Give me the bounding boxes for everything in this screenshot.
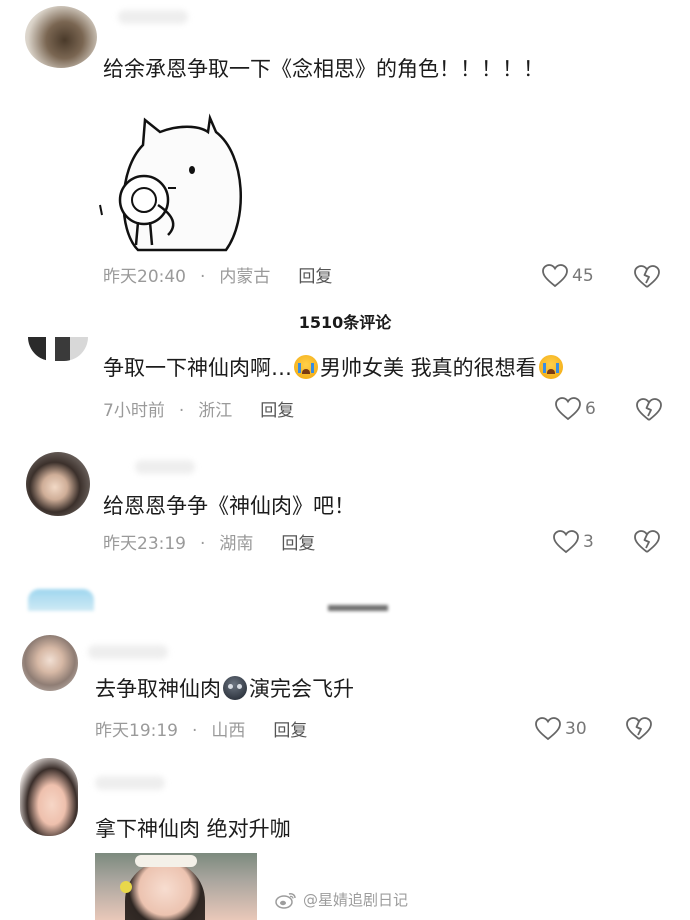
- comment-text-part: 演完会飞升: [249, 677, 354, 701]
- dislike-button[interactable]: [634, 530, 660, 554]
- heart-outline-icon: [555, 397, 581, 421]
- obscured-row: [28, 585, 428, 615]
- avatar[interactable]: [26, 452, 90, 516]
- comment-meta: 昨天23:19 · 湖南 回复: [103, 533, 315, 555]
- meta-separator: ·: [200, 267, 206, 287]
- comment-time: 昨天23:19: [103, 534, 186, 554]
- avatar[interactable]: [28, 337, 88, 361]
- comment-meta: 昨天20:40 · 内蒙古 回复: [103, 266, 332, 288]
- broken-heart-icon: [626, 717, 652, 740]
- like-button[interactable]: 45: [542, 264, 594, 288]
- comment-text: 给余承恩争取一下《念相思》的角色！！！！！: [103, 57, 544, 81]
- comment-text-part: 男帅女美 我真的很想看: [320, 356, 537, 380]
- dislike-button[interactable]: [626, 717, 652, 741]
- watermark: @星婧追剧日记: [275, 889, 408, 910]
- comment-text: 争取一下神仙肉啊… 男帅女美 我真的很想看: [103, 354, 565, 382]
- comment-location: 内蒙古: [219, 267, 271, 287]
- reply-button[interactable]: 回复: [281, 534, 315, 554]
- meta-separator: ·: [200, 534, 206, 554]
- crying-face-icon: [294, 355, 318, 379]
- image-subject: [125, 861, 205, 920]
- comment-location: 山西: [211, 721, 246, 741]
- broken-heart-icon: [636, 398, 662, 421]
- like-button[interactable]: 30: [535, 717, 587, 741]
- blurred-avatar-fragment: [28, 589, 94, 611]
- like-count: 3: [583, 532, 594, 552]
- comment-count-header: 1510条评论: [298, 313, 392, 332]
- broken-heart-icon: [634, 265, 660, 288]
- comment-time: 7小时前: [103, 401, 165, 421]
- like-button[interactable]: 3: [553, 530, 594, 554]
- reply-button[interactable]: 回复: [273, 721, 307, 741]
- comment-time: 昨天19:19: [95, 721, 178, 741]
- comment-text-part: 去争取神仙肉: [95, 677, 221, 701]
- comment-item: 给余承恩争取一下《念相思》的角色！！！！！ 昨天20:40 · 内蒙古 回复 45: [0, 0, 690, 300]
- avatar[interactable]: [22, 635, 78, 691]
- new-moon-face-icon: [223, 676, 247, 700]
- comment-text-part: 争取一下神仙肉啊…: [103, 356, 292, 380]
- heart-outline-icon: [553, 530, 579, 554]
- image-ornament: [120, 881, 132, 893]
- avatar[interactable]: [25, 6, 97, 68]
- image-hairband: [135, 855, 197, 867]
- watermark-text: @星婧追剧日记: [303, 891, 409, 909]
- weibo-logo-icon: [275, 892, 296, 909]
- comment-location: 浙江: [198, 401, 233, 421]
- heart-outline-icon: [542, 264, 568, 288]
- comment-item: 争取一下神仙肉啊… 男帅女美 我真的很想看 7小时前 · 浙江 回复 6: [0, 337, 690, 435]
- comment-location: 湖南: [219, 534, 254, 554]
- comment-text: 给恩恩争争《神仙肉》吧！: [103, 494, 355, 518]
- like-count: 45: [572, 266, 594, 286]
- comment-time: 昨天20:40: [103, 267, 186, 287]
- like-count: 30: [565, 719, 587, 739]
- meta-separator: ·: [178, 401, 185, 421]
- like-count: 6: [585, 399, 596, 419]
- username[interactable]: [118, 10, 188, 24]
- comment-meta: 7小时前 · 浙江 回复: [103, 400, 294, 422]
- heart-outline-icon: [535, 717, 561, 741]
- username[interactable]: [88, 645, 168, 659]
- dislike-button[interactable]: [636, 398, 662, 422]
- comment-text: 拿下神仙肉 绝对升咖: [95, 817, 291, 841]
- reply-button[interactable]: 回复: [260, 401, 294, 421]
- like-button[interactable]: 6: [555, 397, 596, 421]
- username[interactable]: [135, 460, 195, 474]
- reply-button[interactable]: 回复: [298, 267, 332, 287]
- comment-item: 给恩恩争争《神仙肉》吧！ 昨天23:19 · 湖南 回复 3: [0, 450, 690, 570]
- dislike-button[interactable]: [634, 265, 660, 289]
- blurred-text-fragment: [328, 605, 388, 611]
- username[interactable]: [95, 776, 165, 790]
- meta-separator: ·: [192, 721, 198, 741]
- comment-image[interactable]: [95, 853, 257, 920]
- sticker-image[interactable]: [98, 110, 258, 260]
- crying-face-icon: [538, 355, 563, 379]
- comment-meta: 昨天19:19 · 山西 回复: [95, 720, 307, 742]
- avatar[interactable]: [20, 758, 78, 836]
- broken-heart-icon: [634, 530, 660, 553]
- comment-text: 去争取神仙肉 演完会飞升: [95, 675, 354, 703]
- comment-item: 去争取神仙肉 演完会飞升 昨天19:19 · 山西 回复 30: [0, 635, 690, 750]
